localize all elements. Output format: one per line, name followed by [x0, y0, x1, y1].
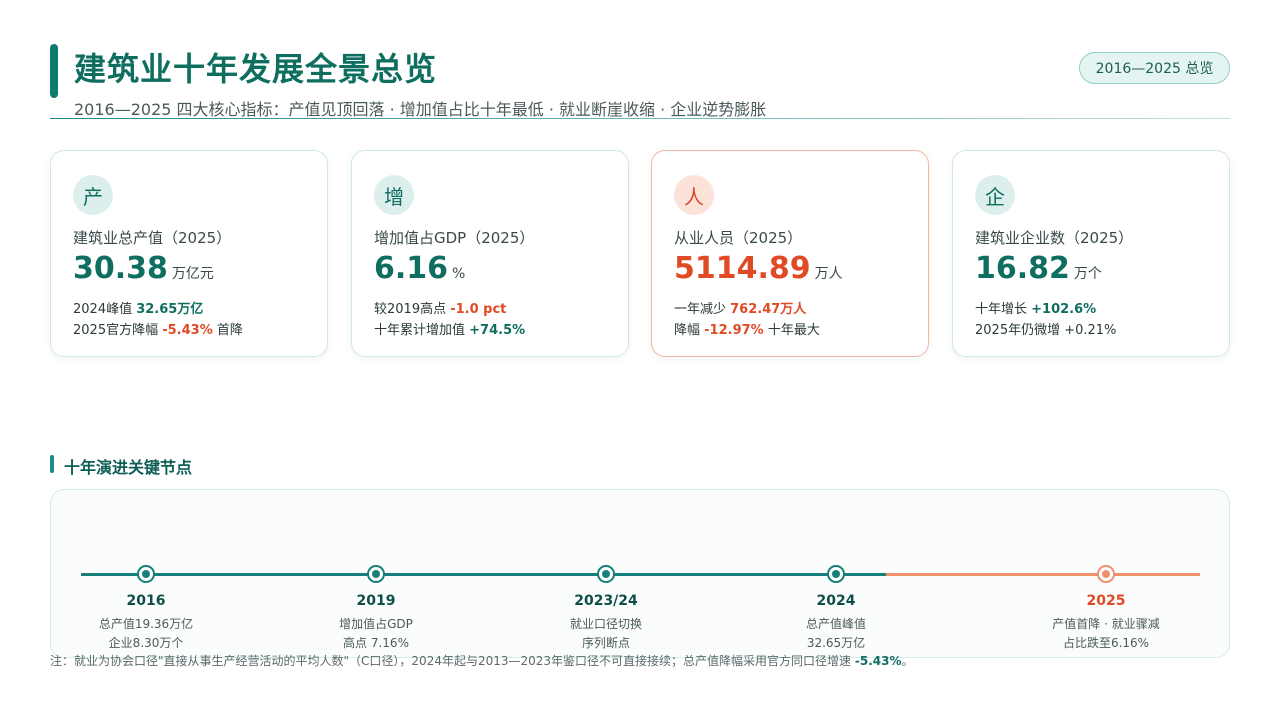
card-unit: %	[452, 266, 466, 282]
card-detail-2: 十年累计增加值 +74.5%	[374, 319, 525, 338]
timeline-node-2024	[827, 565, 845, 583]
timeline-section-title: 十年演进关键节点	[64, 458, 193, 477]
timeline-desc: 增加值占GDP	[339, 617, 413, 631]
detail-highlight: -5.43%	[162, 323, 213, 338]
card-detail-1: 2024峰值 32.65万亿	[73, 298, 203, 317]
kpi-card-gdp-share: 增 增加值占GDP（2025） 6.16% 较2019高点 -1.0 pct 十…	[351, 150, 629, 357]
card-detail-2: 降幅 -12.97% 十年最大	[674, 319, 820, 338]
detail-highlight: 32.65万亿	[136, 302, 204, 317]
card-unit: 万个	[1073, 266, 1102, 282]
card-detail-1: 较2019高点 -1.0 pct	[374, 298, 506, 317]
card-label: 增加值占GDP（2025）	[374, 229, 535, 247]
timeline-year: 2025	[1086, 593, 1126, 609]
detail-text: 2025年仍微增 +0.21%	[975, 323, 1117, 338]
kpi-card-enterprises: 企 建筑业企业数（2025） 16.82 万个 十年增长 +102.6% 2025…	[952, 150, 1230, 357]
card-detail-1: 十年增长 +102.6%	[975, 298, 1096, 317]
card-detail-2: 2025官方降幅 -5.43% 首降	[73, 319, 243, 338]
card-value: 6.16	[374, 251, 449, 286]
card-detail-2: 2025年仍微增 +0.21%	[975, 319, 1116, 338]
detail-highlight: 762.47万人	[730, 302, 807, 317]
detail-text: 2025官方降幅	[73, 323, 163, 338]
period-badge: 2016—2025 总览	[1079, 52, 1230, 84]
card-unit: 万人	[814, 266, 843, 282]
detail-text: 一年减少	[674, 302, 731, 317]
timeline-track-orange	[886, 573, 1200, 576]
kpi-card-output: 产 建筑业总产值（2025） 30.38 万亿元 2024峰值 32.65万亿 2…	[50, 150, 328, 357]
timeline-desc: 总产值峰值	[805, 617, 866, 631]
timeline-desc: 总产值19.36万亿	[98, 617, 194, 631]
timeline-desc: 序列断点	[581, 636, 630, 650]
kpi-card-employment: 人 从业人员（2025） 5114.89 万人 一年减少 762.47万人 降幅 …	[651, 150, 929, 357]
value-added-icon: 增	[374, 175, 414, 215]
timeline-year: 2016	[126, 593, 166, 609]
card-label: 建筑业总产值（2025）	[73, 229, 232, 247]
card-label: 建筑业企业数（2025）	[975, 229, 1134, 247]
people-icon: 人	[674, 175, 714, 215]
timeline-node-2025	[1097, 565, 1115, 583]
page-title: 建筑业十年发展全景总览	[74, 50, 438, 88]
page-subtitle: 2016—2025 四大核心指标：产值见顶回落 · 增加值占比十年最低 · 就业…	[74, 100, 767, 119]
card-value-row: 6.16%	[374, 251, 465, 286]
card-unit: 万亿元	[171, 266, 214, 282]
title-divider	[50, 118, 1230, 119]
detail-highlight: -12.97%	[704, 323, 764, 338]
card-value: 30.38	[73, 251, 168, 286]
card-value: 16.82	[975, 251, 1070, 286]
footnote: 注：就业为协会口径"直接从事生产经营活动的平均人数"（C口径），2024年起与2…	[50, 652, 914, 669]
card-value: 5114.89	[674, 251, 811, 286]
card-value-row: 5114.89 万人	[674, 251, 843, 286]
timeline-node-2023-24	[597, 565, 615, 583]
timeline-desc: 就业口径切换	[569, 617, 642, 631]
detail-text: 首降	[212, 323, 243, 338]
card-label: 从业人员（2025）	[674, 229, 803, 247]
timeline-desc: 高点 7.16%	[343, 636, 409, 650]
detail-text: 较2019高点	[374, 302, 451, 317]
timeline-node-2019	[367, 565, 385, 583]
footnote-text: 注：就业为协会口径"直接从事生产经营活动的平均人数"（C口径），2024年起与2…	[50, 654, 855, 668]
timeline-node-2016	[137, 565, 155, 583]
timeline-desc: 32.65万亿	[806, 636, 866, 650]
timeline-desc: 企业8.30万个	[108, 636, 184, 650]
timeline-year: 2024	[816, 593, 856, 609]
card-value-row: 30.38 万亿元	[73, 251, 214, 286]
timeline-year: 2019	[356, 593, 396, 609]
detail-text: 降幅	[674, 323, 705, 338]
detail-text: 十年累计增加值	[374, 323, 470, 338]
title-accent-bar	[50, 44, 58, 98]
card-value-row: 16.82 万个	[975, 251, 1102, 286]
timeline-track-teal	[81, 573, 886, 576]
enterprise-icon: 企	[975, 175, 1015, 215]
timeline-desc: 占比跌至6.16%	[1062, 636, 1150, 650]
detail-highlight: -1.0 pct	[450, 302, 507, 317]
detail-text: 十年增长	[975, 302, 1032, 317]
section-accent-bar	[50, 455, 54, 473]
output-icon: 产	[73, 175, 113, 215]
card-detail-1: 一年减少 762.47万人	[674, 298, 806, 317]
timeline-desc: 产值首降 · 就业骤减	[1052, 617, 1160, 631]
detail-text: 十年最大	[763, 323, 820, 338]
timeline-year: 2023/24	[574, 593, 638, 609]
detail-highlight: +74.5%	[469, 323, 526, 338]
detail-text: 2024峰值	[73, 302, 137, 317]
footnote-end: 。	[901, 654, 914, 668]
footnote-highlight: -5.43%	[854, 654, 902, 668]
detail-highlight: +102.6%	[1031, 302, 1097, 317]
